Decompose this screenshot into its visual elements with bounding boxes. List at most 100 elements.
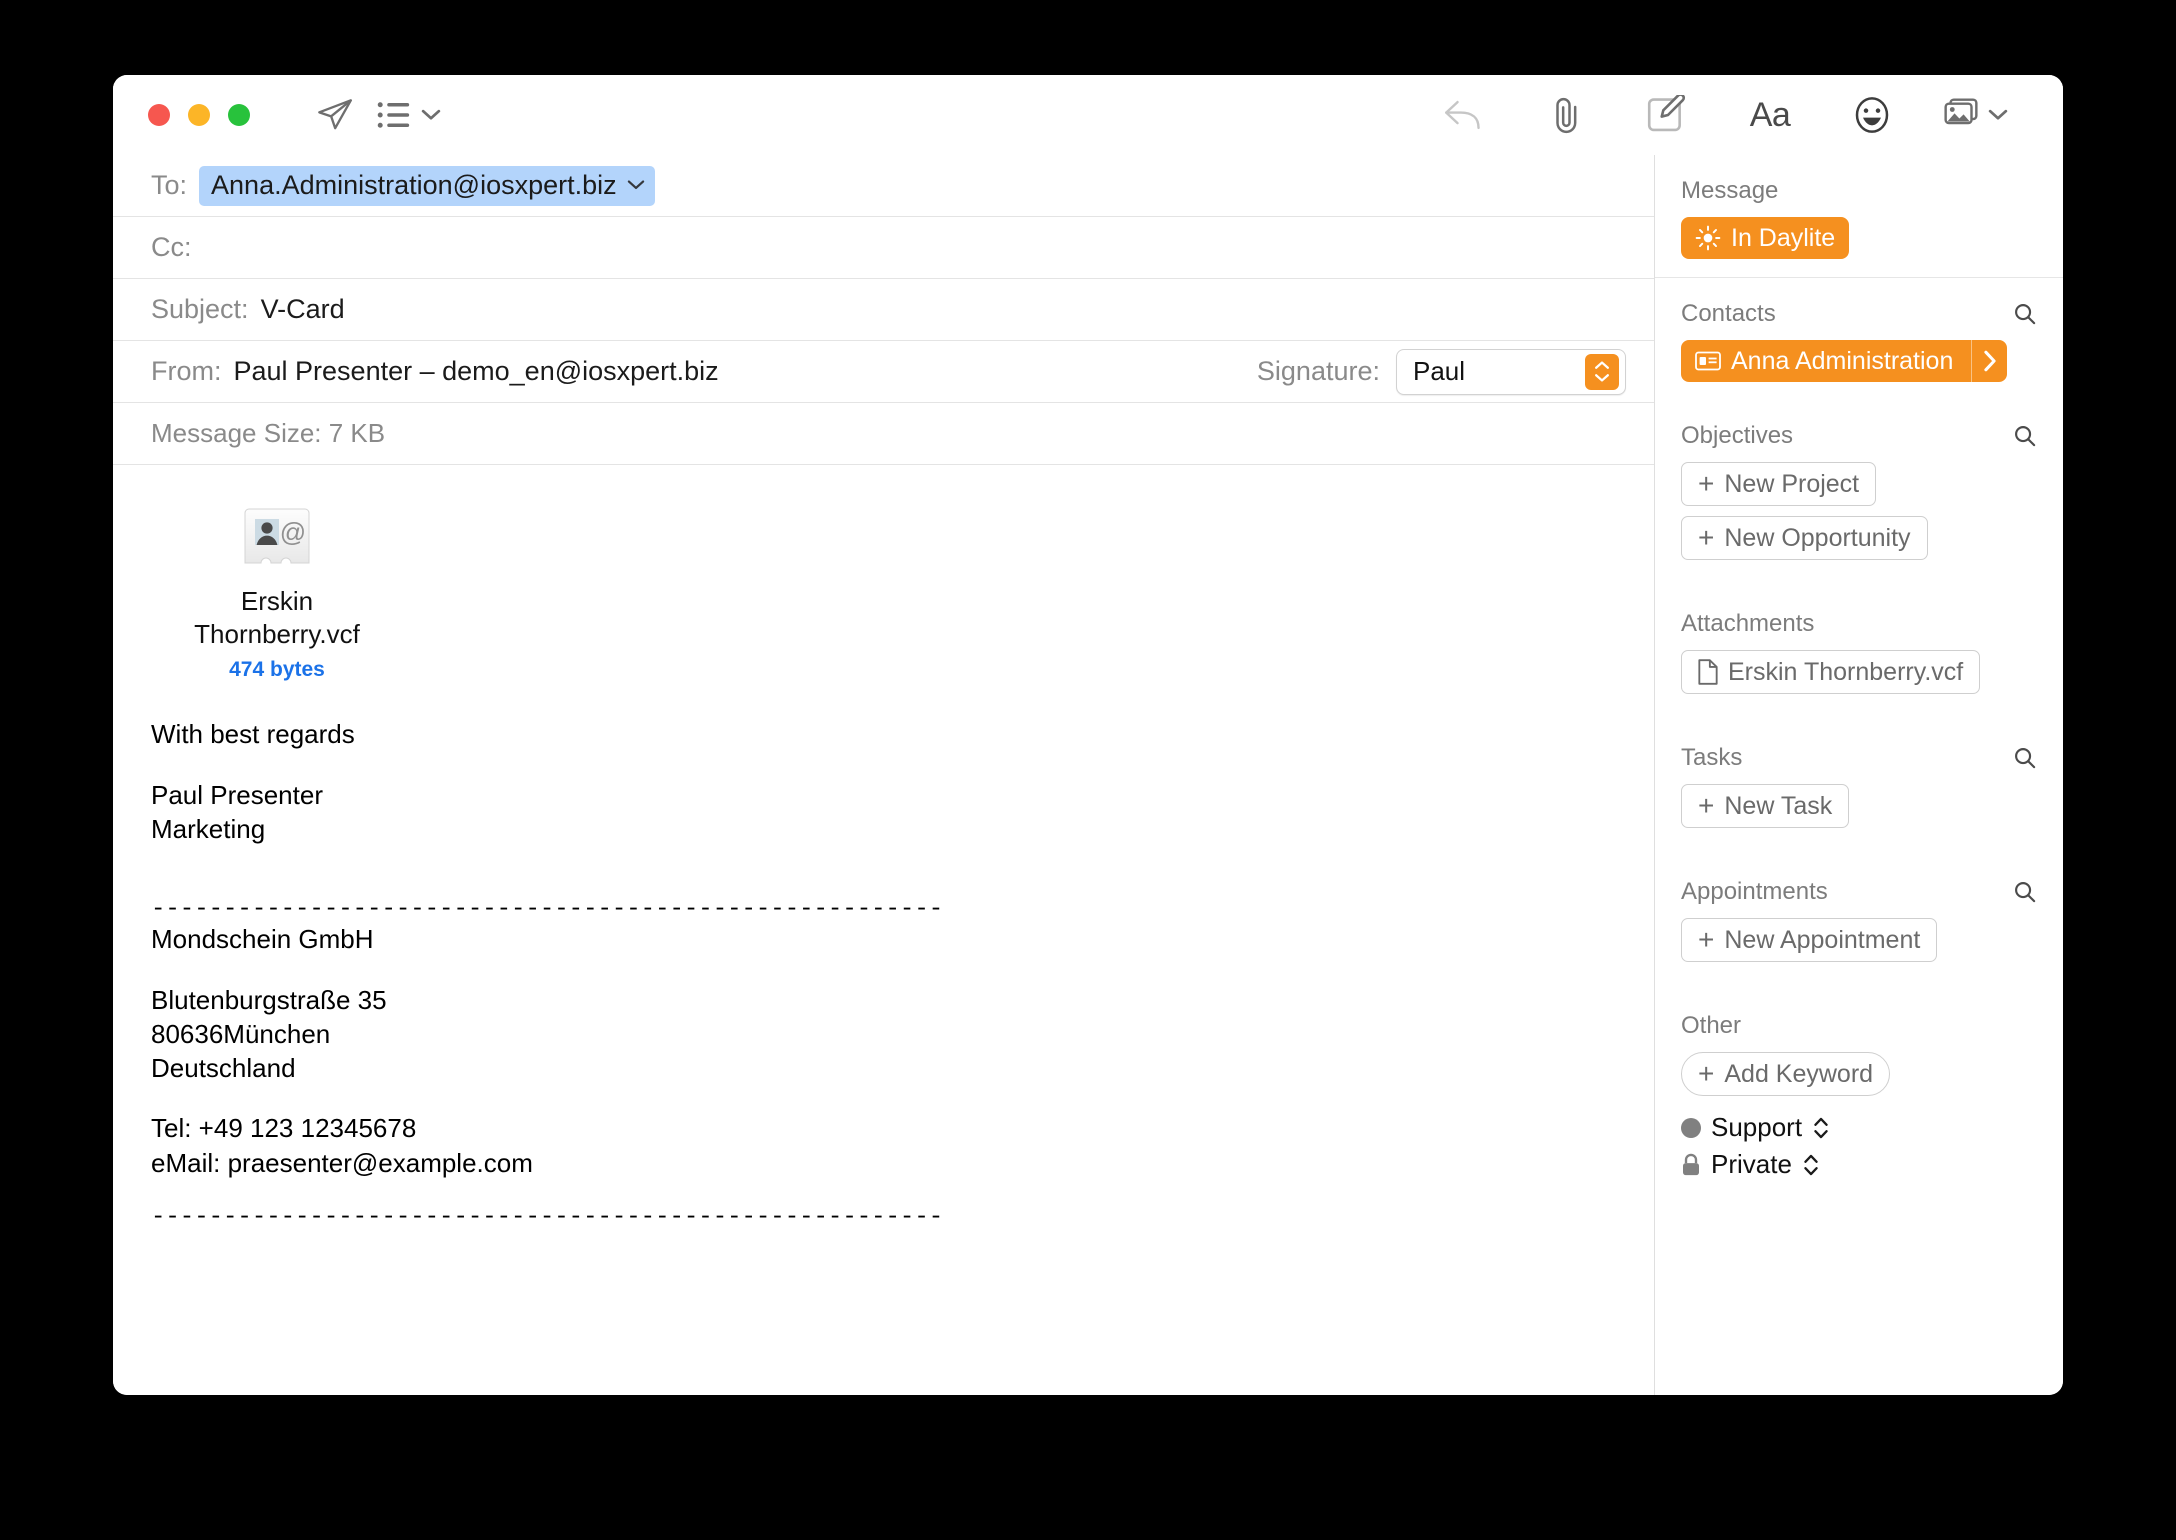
- to-field-row[interactable]: To: Anna.Administration@iosxpert.biz: [113, 155, 1654, 217]
- body-city: 80636München: [151, 1018, 331, 1049]
- window-body: To: Anna.Administration@iosxpert.biz Cc:…: [113, 155, 2063, 1395]
- list-format-icon: [377, 98, 415, 132]
- mail-compose-window: Aa To: Anna.Administration@iosxpert.biz …: [113, 75, 2063, 1395]
- attachment-filename: Erskin Thornberry.vcf: [189, 585, 365, 652]
- add-keyword-label: Add Keyword: [1724, 1059, 1874, 1088]
- sidebar-section-contacts: Contacts Anna Administration: [1655, 278, 2063, 400]
- updown-chevron-icon[interactable]: [1802, 1153, 1820, 1177]
- from-label: From:: [151, 356, 222, 386]
- sidebar-tasks-title: Tasks: [1681, 744, 1743, 771]
- body-divider-top: ----------------------------------------…: [151, 896, 944, 924]
- search-icon[interactable]: [2013, 746, 2037, 770]
- plus-icon: +: [1698, 1058, 1715, 1089]
- body-sender-name: Paul Presenter: [151, 779, 323, 810]
- body-country: Deutschland: [151, 1053, 296, 1084]
- message-body[interactable]: @ Erskin Thornberry.vcf 474 bytes With b…: [113, 465, 1654, 1395]
- sidebar-objectives-title: Objectives: [1681, 422, 1794, 449]
- search-icon[interactable]: [2013, 424, 2037, 448]
- markup-icon: [1647, 95, 1689, 135]
- toolbar-left-group: [298, 87, 446, 143]
- chevron-right-icon[interactable]: [1971, 340, 2007, 382]
- toolbar-right-group: Aa: [1427, 87, 2011, 143]
- plus-icon: +: [1698, 522, 1715, 553]
- search-icon[interactable]: [2013, 302, 2037, 326]
- attachment-thumbnail[interactable]: @ Erskin Thornberry.vcf 474 bytes: [189, 507, 365, 683]
- recipient-token-label: Anna.Administration@iosxpert.biz: [211, 169, 617, 200]
- from-field-row[interactable]: From: Paul Presenter – demo_en@iosxpert.…: [113, 341, 1654, 403]
- chevron-down-icon[interactable]: [627, 179, 645, 191]
- window-toolbar: Aa: [113, 75, 2063, 155]
- sidebar-attachments-header: Attachments: [1681, 610, 2037, 638]
- signature-value: Paul: [1413, 356, 1466, 386]
- subject-value[interactable]: V-Card: [261, 294, 345, 325]
- sidebar-section-appointments: Appointments + New Appointment: [1655, 856, 2063, 990]
- photo-browser-icon: [1940, 97, 1982, 133]
- reply-button[interactable]: [1427, 87, 1501, 143]
- new-opportunity-button[interactable]: + New Opportunity: [1681, 516, 1928, 560]
- signature-label: Signature:: [1256, 356, 1380, 386]
- attachment-chip[interactable]: Erskin Thornberry.vcf: [1681, 650, 1981, 694]
- sidebar-appointments-header: Appointments: [1681, 878, 2037, 906]
- contact-chip-anna-administration[interactable]: Anna Administration: [1681, 340, 2008, 382]
- format-list-button[interactable]: [372, 87, 446, 143]
- markup-button[interactable]: [1631, 87, 1705, 143]
- signature-group: Signature: Paul: [1256, 348, 1626, 395]
- other-row-private[interactable]: Private: [1681, 1149, 2037, 1180]
- photo-browser-button[interactable]: [1937, 87, 2011, 143]
- updown-chevron-icon[interactable]: [1585, 353, 1619, 390]
- add-keyword-button[interactable]: + Add Keyword: [1681, 1052, 1891, 1096]
- svg-text:@: @: [280, 517, 306, 547]
- other-row-private-label: Private: [1711, 1149, 1792, 1179]
- sidebar-message-title: Message: [1681, 177, 1779, 204]
- sidebar-contacts-title: Contacts: [1681, 300, 1776, 327]
- send-button[interactable]: [298, 87, 372, 143]
- subject-field-row[interactable]: Subject: V-Card: [113, 279, 1654, 341]
- emoji-icon: [1852, 95, 1892, 135]
- body-company: Mondschein GmbH: [151, 924, 374, 955]
- compose-pane: To: Anna.Administration@iosxpert.biz Cc:…: [113, 155, 1654, 1395]
- search-icon[interactable]: [2013, 880, 2037, 904]
- new-task-button[interactable]: + New Task: [1681, 784, 1850, 828]
- new-appointment-label: New Appointment: [1724, 925, 1921, 954]
- emoji-button[interactable]: [1835, 87, 1909, 143]
- plus-icon: +: [1698, 468, 1715, 499]
- send-icon: [315, 95, 355, 135]
- chevron-down-icon: [421, 108, 441, 122]
- plus-icon: +: [1698, 790, 1715, 821]
- body-email: eMail: praesenter@example.com: [151, 1147, 533, 1178]
- font-format-button[interactable]: Aa: [1733, 87, 1807, 143]
- font-format-icon: Aa: [1749, 95, 1791, 134]
- minimize-button[interactable]: [188, 104, 210, 126]
- other-row-support[interactable]: Support: [1681, 1112, 2037, 1143]
- gray-dot-icon: [1681, 1117, 1701, 1138]
- subject-label: Subject:: [151, 294, 249, 324]
- body-street: Blutenburgstraße 35: [151, 984, 387, 1015]
- zoom-button[interactable]: [228, 104, 250, 126]
- recipient-token[interactable]: Anna.Administration@iosxpert.biz: [199, 165, 655, 206]
- body-tel: Tel: +49 123 12345678: [151, 1113, 417, 1144]
- sidebar-contacts-header: Contacts: [1681, 300, 2037, 328]
- document-icon: [1698, 659, 1718, 685]
- new-appointment-button[interactable]: + New Appointment: [1681, 918, 1938, 962]
- attach-file-button[interactable]: [1529, 87, 1603, 143]
- new-project-button[interactable]: + New Project: [1681, 462, 1877, 506]
- plus-icon: +: [1698, 924, 1715, 955]
- other-row-support-label: Support: [1711, 1112, 1803, 1142]
- body-greeting: With best regards: [151, 719, 355, 750]
- close-button[interactable]: [148, 104, 170, 126]
- from-value[interactable]: Paul Presenter – demo_en@iosxpert.biz: [234, 356, 719, 387]
- attachment-chip-label: Erskin Thornberry.vcf: [1728, 657, 1964, 686]
- updown-chevron-icon[interactable]: [1812, 1116, 1830, 1140]
- body-sender-dept: Marketing: [151, 813, 266, 844]
- sidebar-tasks-header: Tasks: [1681, 744, 2037, 772]
- sidebar-section-message: Message In Daylite: [1655, 155, 2063, 278]
- cc-field-row[interactable]: Cc:: [113, 217, 1654, 279]
- reply-arrow-icon: [1443, 96, 1485, 134]
- in-daylite-badge[interactable]: In Daylite: [1681, 217, 1850, 259]
- sidebar-section-other: Other + Add Keyword Support Private: [1655, 990, 2063, 1198]
- signature-select[interactable]: Paul: [1396, 348, 1626, 395]
- new-task-label: New Task: [1724, 791, 1833, 820]
- attachment-size: 474 bytes: [229, 657, 325, 681]
- contact-card-icon: [1695, 351, 1721, 371]
- sidebar-section-objectives: Objectives + New Project + New Opportuni…: [1655, 400, 2063, 588]
